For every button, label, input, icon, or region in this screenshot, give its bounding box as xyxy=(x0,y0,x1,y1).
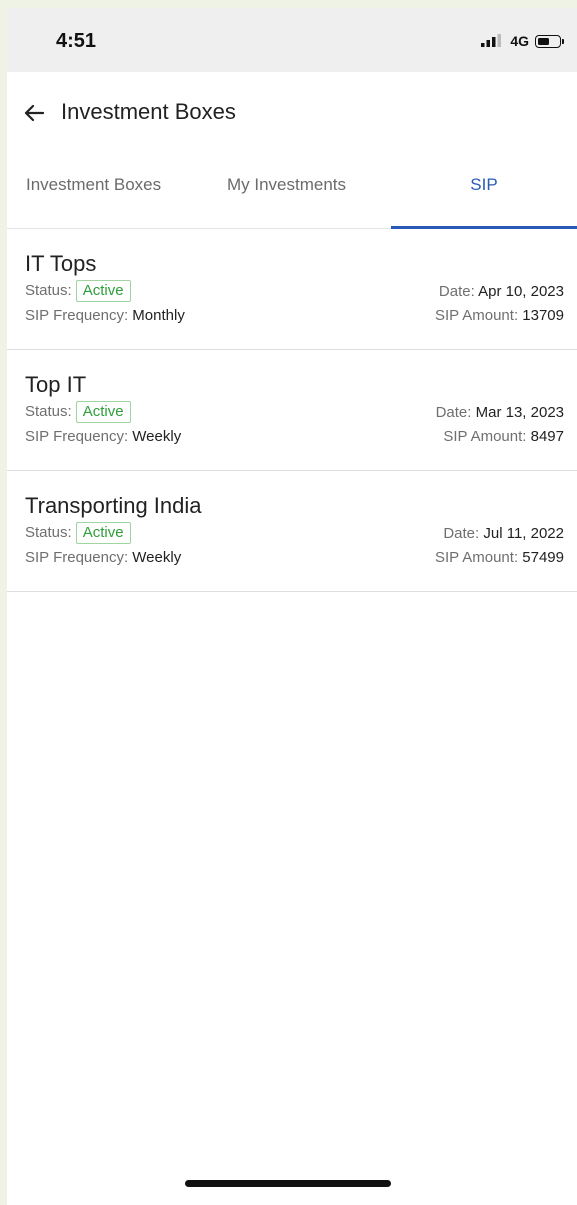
status-bar: 4:51 4G xyxy=(7,8,577,72)
date-label: Date: xyxy=(443,524,480,542)
status-label: Status: xyxy=(25,282,72,299)
amount-label: SIP Amount: xyxy=(443,427,527,445)
sip-list: IT Tops Status: Active Date: Apr 10, 2023… xyxy=(7,229,577,592)
frequency-label: SIP Frequency: xyxy=(25,306,129,324)
status-group: Status: Active xyxy=(25,522,131,544)
amount-group: SIP Amount: 13709 xyxy=(435,307,564,324)
amount-group: SIP Amount: 8497 xyxy=(443,428,564,445)
tab-bar: Investment Boxes My Investments SIP xyxy=(7,152,577,229)
sip-name: Top IT xyxy=(25,372,87,397)
frequency-group: SIP Frequency: Monthly xyxy=(25,307,185,324)
date-value: Mar 13, 2023 xyxy=(475,403,564,421)
frequency-label: SIP Frequency: xyxy=(25,548,129,566)
sip-name: IT Tops xyxy=(25,251,97,276)
frequency-group: SIP Frequency: Weekly xyxy=(25,428,181,445)
page-title: Investment Boxes xyxy=(61,99,236,124)
amount-group: SIP Amount: 57499 xyxy=(435,549,564,566)
home-indicator[interactable] xyxy=(185,1180,391,1187)
sip-row-frequency: SIP Frequency: Weekly SIP Amount: 57499 xyxy=(25,545,564,569)
sip-name: Transporting India xyxy=(25,493,202,518)
arrow-left-icon xyxy=(24,104,44,122)
sip-card[interactable]: Top IT Status: Active Date: Mar 13, 2023 … xyxy=(7,350,577,471)
date-group: Date: Apr 10, 2023 xyxy=(439,283,564,300)
tab-my-investments[interactable]: My Investments xyxy=(199,152,391,228)
sip-row-status: Status: Active Date: Apr 10, 2023 xyxy=(25,279,564,303)
status-icons: 4G xyxy=(480,31,564,51)
network-type: 4G xyxy=(510,33,529,49)
sip-card[interactable]: IT Tops Status: Active Date: Apr 10, 2023… xyxy=(7,229,577,350)
frequency-value: Weekly xyxy=(132,548,182,566)
date-value: Apr 10, 2023 xyxy=(478,282,564,300)
sip-card[interactable]: Transporting India Status: Active Date: J… xyxy=(7,471,577,592)
app-bar: Investment Boxes xyxy=(7,72,577,152)
frequency-group: SIP Frequency: Weekly xyxy=(25,549,181,566)
status-badge: Active xyxy=(75,401,131,423)
date-group: Date: Jul 11, 2022 xyxy=(443,525,564,542)
app-screen: 4:51 4G Investment Boxes Investment Boxe… xyxy=(7,8,577,1205)
amount-label: SIP Amount: xyxy=(435,548,519,566)
sip-row-frequency: SIP Frequency: Monthly SIP Amount: 13709 xyxy=(25,303,564,327)
status-group: Status: Active xyxy=(25,280,131,302)
sip-row-status: Status: Active Date: Mar 13, 2023 xyxy=(25,400,564,424)
frequency-label: SIP Frequency: xyxy=(25,427,129,445)
amount-value: 13709 xyxy=(522,306,564,324)
status-badge: Active xyxy=(75,280,131,302)
tab-sip[interactable]: SIP xyxy=(391,152,577,229)
date-value: Jul 11, 2022 xyxy=(483,524,564,542)
status-label: Status: xyxy=(25,403,72,420)
status-group: Status: Active xyxy=(25,401,131,423)
date-label: Date: xyxy=(435,403,472,421)
status-label: Status: xyxy=(25,524,72,541)
sip-row-frequency: SIP Frequency: Weekly SIP Amount: 8497 xyxy=(25,424,564,448)
battery-icon xyxy=(535,34,564,48)
tab-investment-boxes[interactable]: Investment Boxes xyxy=(7,152,199,228)
status-time: 4:51 xyxy=(56,30,97,52)
sip-row-status: Status: Active Date: Jul 11, 2022 xyxy=(25,521,564,545)
amount-value: 8497 xyxy=(530,427,564,445)
amount-label: SIP Amount: xyxy=(435,306,519,324)
frequency-value: Weekly xyxy=(132,427,182,445)
amount-value: 57499 xyxy=(522,548,564,566)
back-button[interactable] xyxy=(23,102,45,124)
signal-icon xyxy=(481,34,502,47)
frequency-value: Monthly xyxy=(132,306,185,324)
date-group: Date: Mar 13, 2023 xyxy=(436,404,564,421)
date-label: Date: xyxy=(438,282,475,300)
status-badge: Active xyxy=(75,522,131,544)
